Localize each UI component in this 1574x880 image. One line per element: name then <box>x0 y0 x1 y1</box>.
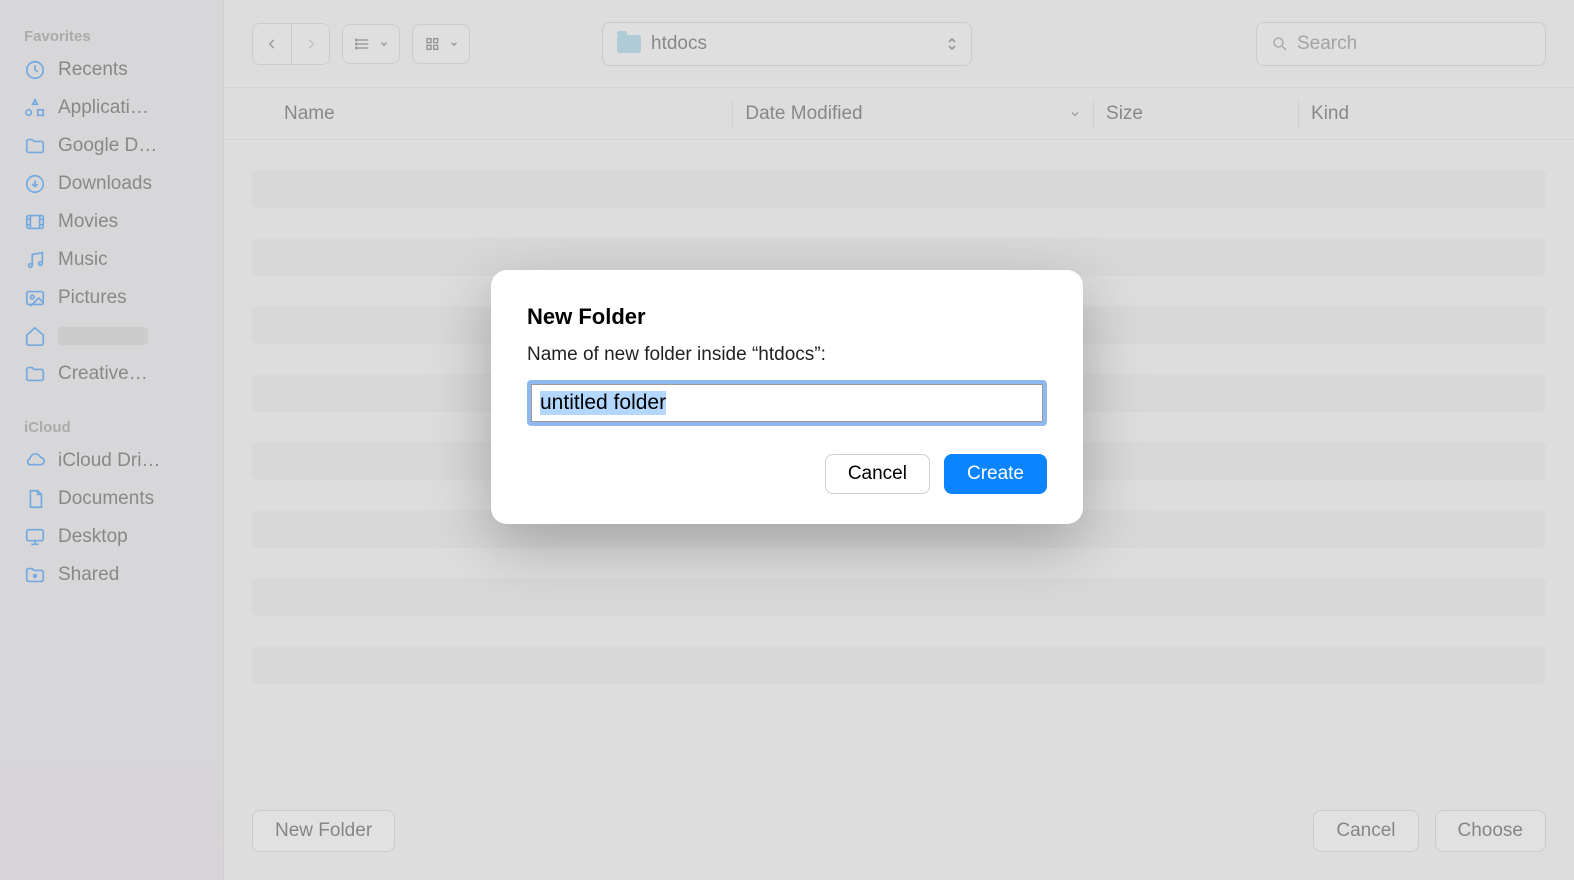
sidebar-item-icloud-drive[interactable]: iCloud Dri… <box>0 442 223 480</box>
column-headers: Name Date Modified Size Kind <box>224 88 1574 140</box>
column-size[interactable]: Size <box>1106 103 1286 125</box>
sidebar-item-downloads[interactable]: Downloads <box>0 165 223 203</box>
column-name[interactable]: Name <box>284 103 720 125</box>
list-row[interactable] <box>252 170 1546 208</box>
grid-icon <box>423 36 443 52</box>
movies-icon <box>24 211 46 233</box>
download-icon <box>24 173 46 195</box>
list-row[interactable] <box>252 578 1546 616</box>
sidebar-item-label: Recents <box>58 59 128 81</box>
chevron-down-icon <box>379 39 389 49</box>
sidebar-item-creative[interactable]: Creative… <box>0 355 223 393</box>
new-folder-dialog: New Folder Name of new folder inside “ht… <box>491 270 1083 524</box>
sidebar-item-pictures[interactable]: Pictures <box>0 279 223 317</box>
home-icon <box>24 325 46 347</box>
sidebar-item-label: Google D… <box>58 135 157 157</box>
forward-button[interactable] <box>291 24 329 64</box>
choose-button[interactable]: Choose <box>1435 810 1547 852</box>
cloud-icon <box>24 450 46 472</box>
path-label: htdocs <box>651 33 937 55</box>
folder-icon <box>24 135 46 157</box>
column-kind[interactable]: Kind <box>1311 103 1546 125</box>
sidebar-item-label: Applicati… <box>58 97 149 119</box>
sidebar-item-label: Pictures <box>58 287 127 309</box>
chevron-down-icon <box>449 39 459 49</box>
sidebar-item-recents[interactable]: Recents <box>0 51 223 89</box>
sidebar-item-label <box>58 327 148 345</box>
view-list-button[interactable] <box>342 24 400 64</box>
dialog-cancel-button[interactable]: Cancel <box>825 454 930 494</box>
sidebar-item-label: iCloud Dri… <box>58 450 160 472</box>
sidebar-section-icloud: iCloud <box>0 411 223 442</box>
sidebar-item-desktop[interactable]: Desktop <box>0 518 223 556</box>
search-box[interactable] <box>1256 22 1546 66</box>
desktop-icon <box>24 526 46 548</box>
shared-folder-icon <box>24 564 46 586</box>
nav-buttons <box>252 23 330 65</box>
sidebar-item-music[interactable]: Music <box>0 241 223 279</box>
sidebar-item-documents[interactable]: Documents <box>0 480 223 518</box>
document-icon <box>24 488 46 510</box>
updown-chevron-icon <box>947 36 957 52</box>
footer: New Folder Cancel Choose <box>224 794 1574 880</box>
sidebar-item-label: Desktop <box>58 526 128 548</box>
clock-icon <box>24 59 46 81</box>
dialog-input-wrap <box>527 380 1047 426</box>
dialog-title: New Folder <box>527 304 1047 330</box>
sidebar-item-label: Creative… <box>58 363 148 385</box>
sidebar-item-shared[interactable]: Shared <box>0 556 223 594</box>
sidebar: Favorites Recents Applicati… Google D… D… <box>0 0 224 880</box>
new-folder-button[interactable]: New Folder <box>252 810 395 852</box>
sidebar-item-label: Music <box>58 249 108 271</box>
music-icon <box>24 249 46 271</box>
folder-icon <box>24 363 46 385</box>
path-control[interactable]: htdocs <box>602 22 972 66</box>
column-date-modified[interactable]: Date Modified <box>745 103 1081 125</box>
list-row[interactable] <box>252 646 1546 684</box>
sidebar-item-label: Downloads <box>58 173 152 195</box>
list-icon <box>353 36 373 52</box>
sidebar-item-home[interactable] <box>0 317 223 355</box>
search-input[interactable] <box>1297 33 1531 55</box>
apps-icon <box>24 97 46 119</box>
back-button[interactable] <box>253 24 291 64</box>
folder-name-input[interactable] <box>531 384 1043 422</box>
sidebar-item-google-drive[interactable]: Google D… <box>0 127 223 165</box>
sidebar-section-favorites: Favorites <box>0 20 223 51</box>
sidebar-item-movies[interactable]: Movies <box>0 203 223 241</box>
cancel-button[interactable]: Cancel <box>1313 810 1418 852</box>
sidebar-item-label: Movies <box>58 211 118 233</box>
view-group-button[interactable] <box>412 24 470 64</box>
toolbar: htdocs <box>224 0 1574 88</box>
sidebar-item-label: Documents <box>58 488 154 510</box>
pictures-icon <box>24 287 46 309</box>
chevron-down-icon <box>1069 108 1081 120</box>
dialog-subtitle: Name of new folder inside “htdocs”: <box>527 344 1047 366</box>
sidebar-item-applications[interactable]: Applicati… <box>0 89 223 127</box>
search-icon <box>1271 35 1289 53</box>
folder-icon <box>617 35 641 53</box>
dialog-buttons: Cancel Create <box>527 454 1047 494</box>
dialog-create-button[interactable]: Create <box>944 454 1047 494</box>
sidebar-item-label: Shared <box>58 564 119 586</box>
